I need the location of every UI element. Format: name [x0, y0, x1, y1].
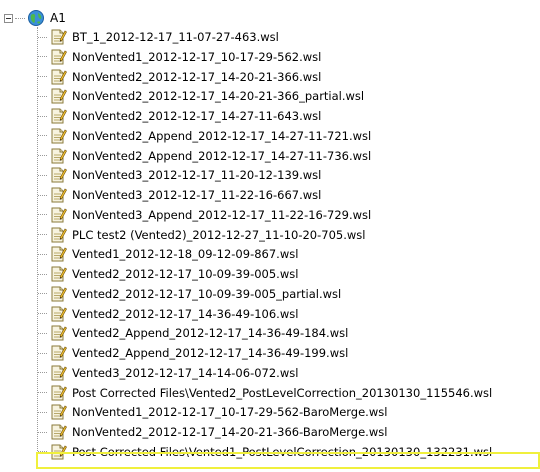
tree-connector — [38, 95, 47, 97]
file-document-icon — [51, 227, 67, 242]
tree-item-label: Vented2_Append_2012-12-17_14-36-49-184.w… — [72, 326, 349, 341]
tree-item-label: NonVented2_2012-12-17_14-20-21-366_parti… — [72, 89, 365, 104]
tree-connector — [38, 194, 47, 196]
tree-connector — [38, 56, 47, 58]
tree-item-label: BT_1_2012-12-17_11-07-27-463.wsl — [72, 30, 279, 44]
tree-item-file[interactable]: Post Corrected Files\Vented1_PostLevelCo… — [38, 442, 492, 462]
tree-connector — [38, 174, 47, 176]
file-document-icon — [51, 266, 67, 282]
file-tree: A1 BT_1_2012-12-17_11-07-27-463.wsl NonVe… — [0, 0, 540, 472]
file-document-icon — [51, 69, 67, 84]
tree-item-label: NonVented2_2012-12-17_14-20-21-366.wsl — [72, 69, 322, 84]
tree-item-file[interactable]: PLC test2 (Vented2)_2012-12-27_11-10-20-… — [38, 225, 365, 245]
tree-item-label: PLC test2 (Vented2)_2012-12-27_11-10-20-… — [72, 227, 366, 242]
tree-item-file[interactable]: BT_1_2012-12-17_11-07-27-463.wsl — [38, 27, 279, 47]
tree-connector — [38, 214, 47, 216]
tree-item-label: NonVented2_Append_2012-12-17_14-27-11-73… — [72, 148, 372, 163]
collapse-toggle-icon[interactable] — [4, 13, 13, 23]
file-document-icon — [51, 148, 67, 163]
tree-item-file[interactable]: NonVented2_Append_2012-12-17_14-27-11-72… — [38, 126, 371, 146]
tree-root[interactable]: A1 — [4, 8, 66, 28]
tree-root-label: A1 — [50, 11, 66, 25]
tree-item-file[interactable]: NonVented3_2012-12-17_11-22-16-667.wsl — [38, 185, 321, 205]
tree-item-label: NonVented3_2012-12-17_11-20-12-139.wsl — [72, 168, 322, 183]
tree-item-file[interactable]: Vented2_2012-12-17_10-09-39-005.wsl — [38, 264, 298, 284]
tree-item-label: NonVented2_2012-12-17_14-27-11-643.wsl — [72, 109, 322, 123]
tree-item-file[interactable]: NonVented2_2012-12-17_14-20-21-366_parti… — [38, 86, 364, 106]
tree-item-file[interactable]: NonVented2_Append_2012-12-17_14-27-11-73… — [38, 146, 371, 166]
tree-connector — [38, 411, 47, 413]
file-document-icon — [51, 424, 67, 440]
tree-item-file[interactable]: Vented2_Append_2012-12-17_14-36-49-199.w… — [38, 343, 348, 363]
tree-item-label: Vented2_Append_2012-12-17_14-36-49-199.w… — [72, 346, 349, 360]
tree-item-label: Vented2_2012-12-17_10-09-39-005_partial.… — [72, 286, 342, 301]
tree-item-file[interactable]: NonVented2_2012-12-17_14-20-21-366.wsl — [38, 67, 321, 87]
tree-item-label: NonVented1_2012-12-17_10-17-29-562.wsl — [72, 49, 322, 64]
tree-item-file[interactable]: NonVented2_2012-12-17_14-27-11-643.wsl — [38, 106, 321, 126]
tree-connector — [38, 313, 47, 314]
tree-connector — [38, 135, 47, 137]
file-document-icon — [51, 88, 67, 104]
tree-connector — [38, 273, 47, 275]
file-document-icon — [51, 29, 67, 45]
tree-item-label: Post Corrected Files\Vented1_PostLevelCo… — [72, 444, 493, 459]
tree-item-file[interactable]: Post Corrected Files\Vented2_PostLevelCo… — [38, 383, 492, 403]
tree-connector — [38, 293, 47, 295]
tree-item-label: Vented1_2012-12-18_09-12-09-867.wsl — [72, 247, 299, 262]
tree-item-label: Vented2_2012-12-17_14-36-49-106.wsl — [72, 306, 299, 321]
file-document-icon — [51, 385, 67, 400]
tree-item-file[interactable]: NonVented3_2012-12-17_11-20-12-139.wsl — [38, 165, 321, 185]
tree-item-label: NonVented2_2012-12-17_14-20-21-366-BaroM… — [72, 425, 388, 439]
file-document-icon — [51, 207, 67, 223]
tree-connector — [38, 431, 47, 433]
tree-item-label: NonVented2_Append_2012-12-17_14-27-11-72… — [72, 128, 372, 143]
tree-connector — [38, 115, 47, 117]
tree-item-label: NonVented3_2012-12-17_11-22-16-667.wsl — [72, 188, 322, 202]
file-document-icon — [51, 444, 67, 460]
tree-item-file[interactable]: NonVented2_2012-12-17_14-20-21-366-BaroM… — [38, 422, 387, 442]
tree-connector — [15, 17, 25, 19]
tree-connector — [38, 76, 47, 77]
tree-connector — [38, 155, 47, 156]
tree-item-label: Vented2_2012-12-17_10-09-39-005.wsl — [72, 267, 299, 281]
tree-item-file[interactable]: NonVented1_2012-12-17_10-17-29-562-BaroM… — [38, 402, 387, 422]
tree-connector — [38, 352, 47, 354]
file-document-icon — [51, 246, 67, 262]
tree-connector — [38, 36, 47, 38]
file-document-icon — [51, 286, 67, 302]
file-document-icon — [51, 365, 67, 381]
tree-connector — [38, 451, 47, 453]
globe-icon — [28, 10, 44, 26]
file-document-icon — [51, 306, 67, 321]
file-document-icon — [51, 167, 67, 183]
file-document-icon — [51, 404, 67, 420]
tree-item-label: Post Corrected Files\Vented2_PostLevelCo… — [72, 385, 493, 400]
tree-item-file[interactable]: Vented3_2012-12-17_14-14-06-072.wsl — [38, 363, 298, 383]
tree-connector — [38, 332, 47, 334]
tree-item-file[interactable]: Vented2_Append_2012-12-17_14-36-49-184.w… — [38, 323, 348, 343]
tree-item-file[interactable]: Vented2_2012-12-17_10-09-39-005_partial.… — [38, 284, 341, 304]
tree-connector — [38, 392, 47, 393]
tree-connector — [38, 372, 47, 374]
file-document-icon — [51, 49, 67, 65]
tree-connector — [38, 234, 47, 235]
file-document-icon — [51, 108, 67, 124]
file-document-icon — [51, 325, 67, 341]
tree-item-file[interactable]: Vented1_2012-12-18_09-12-09-867.wsl — [38, 244, 298, 264]
tree-item-label: NonVented3_Append_2012-12-17_11-22-16-72… — [72, 207, 372, 222]
tree-item-label: NonVented1_2012-12-17_10-17-29-562-BaroM… — [72, 405, 388, 420]
file-document-icon — [51, 187, 67, 203]
file-document-icon — [51, 345, 67, 361]
file-document-icon — [51, 128, 67, 144]
tree-item-file[interactable]: NonVented1_2012-12-17_10-17-29-562.wsl — [38, 47, 321, 67]
tree-item-label: Vented3_2012-12-17_14-14-06-072.wsl — [72, 365, 299, 380]
tree-item-file[interactable]: NonVented3_Append_2012-12-17_11-22-16-72… — [38, 205, 371, 225]
tree-connector — [38, 253, 47, 255]
tree-item-file[interactable]: Vented2_2012-12-17_14-36-49-106.wsl — [38, 304, 298, 324]
